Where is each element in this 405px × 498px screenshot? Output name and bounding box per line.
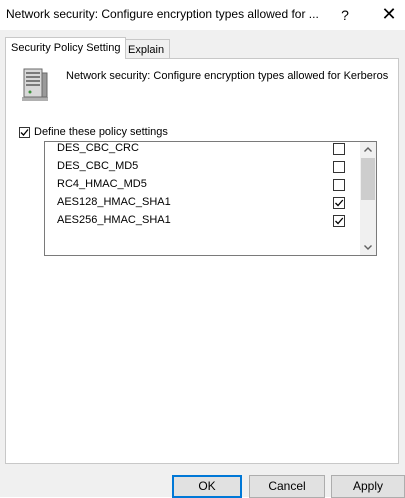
- list-item-label: AES256_HMAC_SHA1: [57, 214, 171, 226]
- encryption-types-list: DES_CBC_CRC DES_CBC_MD5 RC4_HMAC_MD5 AES…: [44, 141, 377, 256]
- tab-panel: Network security: Configure encryption t…: [5, 58, 399, 464]
- tab-explain[interactable]: Explain: [122, 39, 171, 59]
- list-item[interactable]: DES_CBC_MD5: [45, 158, 360, 176]
- list-item[interactable]: RC4_HMAC_MD5: [45, 176, 360, 194]
- list-item[interactable]: DES_CBC_CRC: [45, 142, 360, 158]
- list-item-label: RC4_HMAC_MD5: [57, 178, 147, 190]
- server-icon: [20, 67, 50, 103]
- scroll-up-icon[interactable]: [360, 142, 376, 158]
- list-item-checkbox[interactable]: [333, 161, 345, 173]
- list-item-checkbox[interactable]: [333, 143, 345, 155]
- ok-button[interactable]: OK: [172, 475, 242, 498]
- scroll-thumb[interactable]: [361, 158, 375, 200]
- list-item-label: DES_CBC_CRC: [57, 142, 139, 154]
- list-item-checkbox[interactable]: [333, 215, 345, 227]
- define-policy-checkbox[interactable]: [19, 127, 30, 138]
- apply-button[interactable]: Apply: [331, 475, 405, 498]
- policy-description: Network security: Configure encryption t…: [66, 70, 389, 82]
- scroll-down-icon[interactable]: [360, 239, 376, 255]
- list-scrollbar[interactable]: [360, 142, 376, 255]
- list-item-checkbox[interactable]: [333, 179, 345, 191]
- list-item[interactable]: AES256_HMAC_SHA1: [45, 212, 360, 230]
- list-item-checkbox[interactable]: [333, 197, 345, 209]
- window-title: Network security: Configure encryption t…: [6, 7, 319, 21]
- close-button[interactable]: ✕: [374, 0, 404, 30]
- define-policy-label: Define these policy settings: [34, 126, 168, 138]
- help-button[interactable]: ?: [333, 0, 357, 30]
- dialog-body: Security Policy Setting Explain Network …: [0, 30, 405, 498]
- list-item[interactable]: AES128_HMAC_SHA1: [45, 194, 360, 212]
- title-bar: Network security: Configure encryption t…: [0, 0, 405, 30]
- list-item-label: AES128_HMAC_SHA1: [57, 196, 171, 208]
- list-item-label: DES_CBC_MD5: [57, 160, 139, 172]
- tab-security-policy-setting[interactable]: Security Policy Setting: [5, 37, 127, 59]
- cancel-button[interactable]: Cancel: [249, 475, 325, 498]
